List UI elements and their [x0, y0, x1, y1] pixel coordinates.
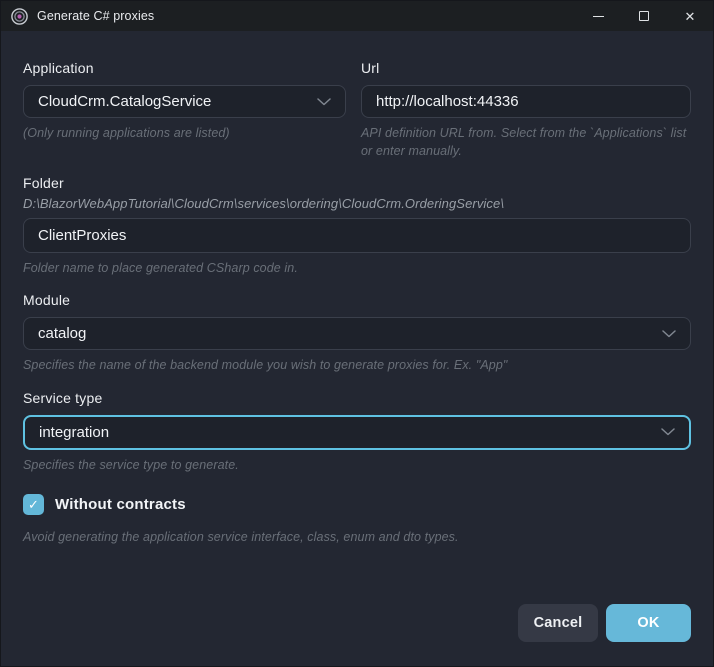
service-type-field: Service type integration Specifies the s…: [23, 391, 691, 474]
module-select-value: catalog: [38, 325, 86, 342]
without-contracts-label: Without contracts: [55, 496, 186, 513]
service-type-label: Service type: [23, 391, 691, 406]
application-select-value: CloudCrm.CatalogService: [38, 93, 211, 110]
title-bar: Generate C# proxies ✕: [1, 1, 713, 31]
maximize-icon: [639, 11, 649, 21]
close-icon: ✕: [685, 10, 696, 23]
folder-path: D:\BlazorWebAppTutorial\CloudCrm\service…: [23, 196, 691, 211]
app-logo-icon: [11, 8, 28, 25]
chevron-down-icon: [661, 428, 675, 436]
dialog-footer: Cancel OK: [518, 604, 691, 642]
ok-button[interactable]: OK: [606, 604, 691, 642]
dialog-generate-csharp-proxies: Generate C# proxies ✕ Application CloudC…: [0, 0, 714, 667]
module-label: Module: [23, 293, 691, 308]
url-hint: API definition URL from. Select from the…: [361, 124, 691, 160]
without-contracts-checkbox[interactable]: ✓: [23, 494, 44, 515]
folder-hint: Folder name to place generated CSharp co…: [23, 259, 691, 277]
module-select[interactable]: catalog: [23, 317, 691, 350]
application-hint: (Only running applications are listed): [23, 124, 346, 142]
check-icon: ✓: [28, 498, 39, 511]
module-hint: Specifies the name of the backend module…: [23, 356, 691, 374]
close-button[interactable]: ✕: [667, 1, 713, 31]
service-type-select[interactable]: integration: [23, 415, 691, 450]
service-type-hint: Specifies the service type to generate.: [23, 456, 691, 474]
without-contracts-hint: Avoid generating the application service…: [23, 528, 691, 546]
minimize-button[interactable]: [575, 1, 621, 31]
application-field: Application CloudCrm.CatalogService (Onl…: [23, 61, 346, 160]
maximize-button[interactable]: [621, 1, 667, 31]
minimize-icon: [593, 16, 604, 17]
application-select[interactable]: CloudCrm.CatalogService: [23, 85, 346, 118]
url-label: Url: [361, 61, 691, 76]
url-field: Url API definition URL from. Select from…: [361, 61, 691, 160]
application-label: Application: [23, 61, 346, 76]
without-contracts-row: ✓ Without contracts: [23, 494, 691, 515]
url-input[interactable]: [361, 85, 691, 118]
service-type-select-value: integration: [39, 424, 109, 441]
dialog-body: Application CloudCrm.CatalogService (Onl…: [1, 31, 713, 546]
window-title: Generate C# proxies: [37, 9, 154, 23]
window-controls: ✕: [575, 1, 713, 31]
folder-label: Folder: [23, 176, 691, 191]
chevron-down-icon: [662, 330, 676, 338]
folder-field: Folder D:\BlazorWebAppTutorial\CloudCrm\…: [23, 176, 691, 277]
chevron-down-icon: [317, 98, 331, 106]
folder-input[interactable]: [23, 218, 691, 253]
cancel-button[interactable]: Cancel: [518, 604, 598, 642]
module-field: Module catalog Specifies the name of the…: [23, 293, 691, 374]
